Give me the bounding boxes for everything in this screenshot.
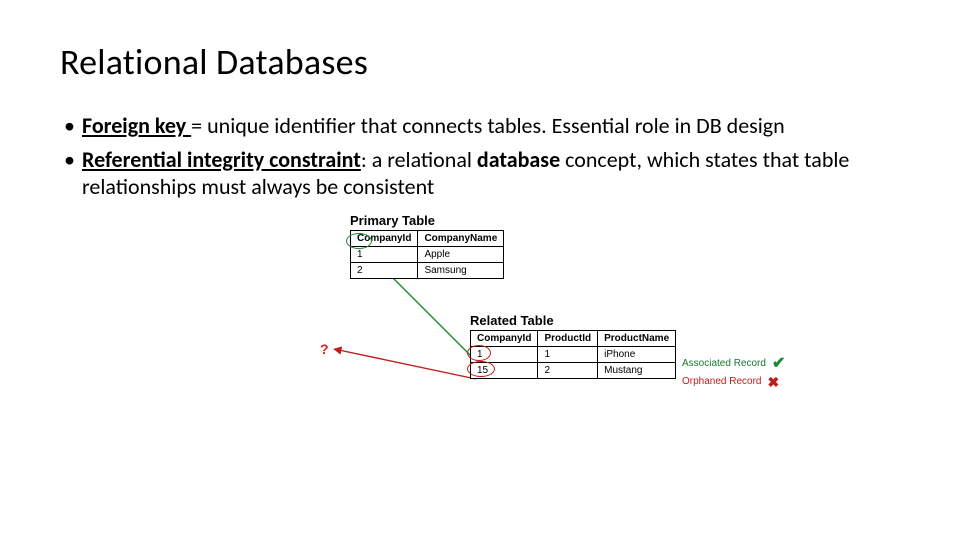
legend-associated: Associated Record ✔ [682, 355, 785, 373]
primary-table-block: Primary Table CompanyId CompanyName 1 Ap… [350, 213, 504, 279]
related-r0c2: iPhone [598, 346, 676, 362]
term-foreign-key: Foreign key [82, 112, 191, 139]
term-ref-integrity: Referential integrity constraint [82, 146, 361, 173]
primary-table: CompanyId CompanyName 1 Apple 2 Samsung [350, 230, 504, 279]
table-header-row: CompanyId ProductId ProductName [471, 330, 676, 346]
primary-r1c1: Samsung [418, 262, 504, 278]
bullet-list: Foreign key = unique identifier that con… [60, 112, 900, 201]
check-icon: ✔ [772, 356, 785, 372]
related-r1c0: 15 [471, 362, 538, 378]
related-table: CompanyId ProductId ProductName 1 1 iPho… [470, 330, 676, 379]
table-row: 15 2 Mustang [471, 362, 676, 378]
page-title: Relational Databases [60, 40, 900, 84]
cross-icon: ✖ [768, 375, 780, 389]
related-th-0: CompanyId [471, 330, 538, 346]
related-table-block: Related Table CompanyId ProductId Produc… [470, 313, 676, 379]
primary-r1c0: 2 [351, 262, 418, 278]
bullet-2-bold: database [477, 146, 560, 173]
primary-th-0: CompanyId [351, 230, 418, 246]
slide: Relational Databases Foreign key = uniqu… [0, 0, 960, 540]
question-mark-icon: ? [320, 341, 329, 357]
legend-orphaned-label: Orphaned Record [682, 376, 762, 387]
legend-associated-label: Associated Record [682, 358, 766, 369]
table-row: 1 Apple [351, 246, 504, 262]
table-header-row: CompanyId CompanyName [351, 230, 504, 246]
related-r1c2: Mustang [598, 362, 676, 378]
related-r0c0: 1 [471, 346, 538, 362]
primary-r0c0: 1 [351, 246, 418, 262]
primary-table-title: Primary Table [350, 213, 504, 228]
legend: Associated Record ✔ Orphaned Record ✖ [682, 355, 785, 391]
bullet-1-text: = unique identifier that connects tables… [191, 112, 785, 139]
bullet-2-text-a: : a relational [361, 146, 477, 173]
related-r0c1: 1 [538, 346, 598, 362]
table-row: 2 Samsung [351, 262, 504, 278]
table-row: 1 1 iPhone [471, 346, 676, 362]
primary-th-1: CompanyName [418, 230, 504, 246]
related-table-title: Related Table [470, 313, 676, 328]
related-th-1: ProductId [538, 330, 598, 346]
related-th-2: ProductName [598, 330, 676, 346]
related-r1c1: 2 [538, 362, 598, 378]
primary-r0c1: Apple [418, 246, 504, 262]
legend-orphaned: Orphaned Record ✖ [682, 373, 785, 391]
diagram: Primary Table CompanyId CompanyName 1 Ap… [290, 213, 870, 433]
bullet-2: Referential integrity constraint: a rela… [60, 146, 900, 201]
bullet-1: Foreign key = unique identifier that con… [60, 112, 900, 140]
